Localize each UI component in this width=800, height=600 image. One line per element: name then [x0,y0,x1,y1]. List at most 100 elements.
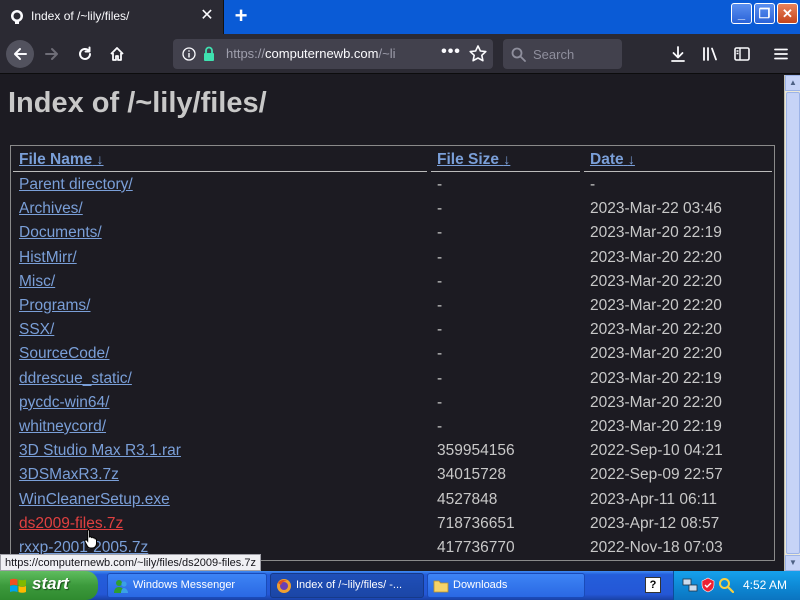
file-date: 2023-Mar-20 22:20 [590,248,722,266]
home-icon [110,47,124,61]
file-date: 2023-Mar-20 22:20 [590,272,722,290]
file-size: 359954156 [437,442,515,460]
reload-icon [79,46,91,60]
table-row: 3DSMaxR3.7z 34015728 2022-Sep-09 22:57 [11,466,774,490]
file-date: 2023-Mar-20 22:19 [590,369,722,387]
sort-arrow-icon: ↓ [503,151,511,167]
search-companion-icon[interactable] [718,577,734,593]
column-header-date[interactable]: Date ↓ [590,151,635,169]
info-icon[interactable] [182,47,196,61]
url-domain: computernewb.com [265,46,379,61]
page-title: Index of /~lily/files/ [8,87,267,119]
taskbar-item-label: Windows Messenger [133,579,236,591]
sort-arrow-icon: ↓ [96,151,104,167]
taskbar-item-downloads[interactable]: Downloads [427,573,585,598]
tab-favicon-icon [11,10,23,24]
sidebar-button[interactable] [730,42,754,66]
forward-arrow-icon [45,48,58,60]
search-icon [511,47,526,62]
file-name-link[interactable]: Archives/ [19,200,83,218]
mouse-pointer-hand-icon [84,529,97,549]
file-size: - [437,248,443,266]
taskbar-item-messenger[interactable]: Windows Messenger [107,573,267,598]
file-name-link[interactable]: pycdc-win64/ [19,394,109,412]
firefox-icon [277,579,291,593]
help-icon[interactable]: ? [645,577,661,593]
page-actions-icon[interactable]: ••• [440,43,462,65]
file-name-link[interactable]: whitneycord/ [19,418,106,436]
url-prefix: https:// [226,46,266,61]
back-arrow-icon [14,48,27,60]
menu-button[interactable] [769,42,793,66]
table-row: 3D Studio Max R3.1.rar 359954156 2022-Sep-… [11,442,774,466]
file-name-link[interactable]: Parent directory/ [19,176,133,194]
file-name-link[interactable]: 3D Studio Max R3.1.rar [19,442,181,460]
file-date: 2023-Mar-20 22:19 [590,224,722,242]
title-bar: Index of /~lily/files/ ✕ + _ ❐ ✕ [0,0,800,34]
url-path: /~li [378,46,396,61]
table-row: ds2009-files.7z 718736651 2023-Apr-12 08:5… [11,514,774,539]
forward-button[interactable] [38,40,66,68]
browser-tab[interactable]: Index of /~lily/files/ ✕ [0,0,224,34]
file-size: - [437,369,443,387]
file-name-link[interactable]: ddrescue_static/ [19,370,132,388]
file-size: 4527848 [437,490,498,508]
file-date: 2022-Sep-10 04:21 [590,442,723,460]
table-row: Programs/ - 2023-Mar-20 22:20 [11,297,774,321]
url-bar[interactable]: https://computernewb.com/~li ••• [173,39,493,69]
file-name-link[interactable]: SSX/ [19,321,54,339]
scrollbar-thumb[interactable] [786,92,800,554]
downloads-button[interactable] [666,42,690,66]
file-name-link[interactable]: ds2009-files.7z [19,515,123,533]
search-input[interactable] [533,45,617,63]
scroll-down-arrow-icon[interactable]: ▼ [785,555,800,571]
file-name-link[interactable]: HistMirr/ [19,249,77,267]
restore-button[interactable]: ❐ [754,3,775,24]
file-name-link[interactable]: WinCleanerSetup.exe [19,491,170,509]
file-size: - [437,224,443,242]
home-button[interactable] [103,40,131,68]
scroll-up-arrow-icon[interactable]: ▲ [785,75,800,91]
file-name-link[interactable]: Documents/ [19,224,102,242]
security-alert-icon[interactable] [700,577,716,593]
system-tray: 4:52 AM [673,571,800,600]
bookmark-star-icon[interactable] [468,44,488,64]
file-size: - [437,200,443,218]
file-date: - [590,176,596,193]
tab-title: Index of /~lily/files/ [31,9,130,23]
taskbar-item-label: Downloads [453,579,508,591]
search-bar[interactable] [503,39,622,69]
library-button[interactable] [698,42,722,66]
file-date: 2023-Apr-12 08:57 [590,514,720,532]
table-row: Documents/ - 2023-Mar-20 22:19 [11,224,774,248]
column-header-file-name[interactable]: File Name ↓ [19,151,104,169]
vertical-scrollbar[interactable]: ▲ ▼ [784,75,800,571]
minimize-button[interactable]: _ [731,3,752,24]
file-name-link[interactable]: Programs/ [19,297,91,315]
new-tab-icon[interactable]: + [230,5,252,27]
table-row: SourceCode/ - 2023-Mar-20 22:20 [11,345,774,369]
lock-icon[interactable] [203,46,215,61]
start-button[interactable]: start [0,571,98,600]
tab-close-icon[interactable]: ✕ [198,7,216,25]
table-row: whitneycord/ - 2023-Mar-20 22:19 [11,418,774,442]
file-name-link[interactable]: Misc/ [19,273,55,291]
table-row: SSX/ - 2023-Mar-20 22:20 [11,321,774,345]
column-header-file-size[interactable]: File Size ↓ [437,151,510,169]
taskbar-item-firefox[interactable]: Index of /~lily/files/ -... [270,573,424,598]
network-icon[interactable] [682,577,698,593]
header-divider [13,171,427,172]
close-window-button[interactable]: ✕ [777,3,798,24]
table-row: pycdc-win64/ - 2023-Mar-20 22:20 [11,394,774,418]
file-name-link[interactable]: 3DSMaxR3.7z [19,466,119,484]
sidebar-icon [734,47,750,61]
hamburger-menu-icon [774,48,788,60]
file-size: 718736651 [437,514,515,532]
reload-button[interactable] [71,40,99,68]
folder-icon [433,580,449,593]
file-date: 2023-Mar-20 22:19 [590,418,722,435]
table-row: HistMirr/ - 2023-Mar-20 22:20 [11,248,774,273]
file-name-link[interactable]: SourceCode/ [19,345,109,363]
url-text[interactable]: https://computernewb.com/~li [226,46,436,61]
back-button[interactable] [6,40,34,68]
